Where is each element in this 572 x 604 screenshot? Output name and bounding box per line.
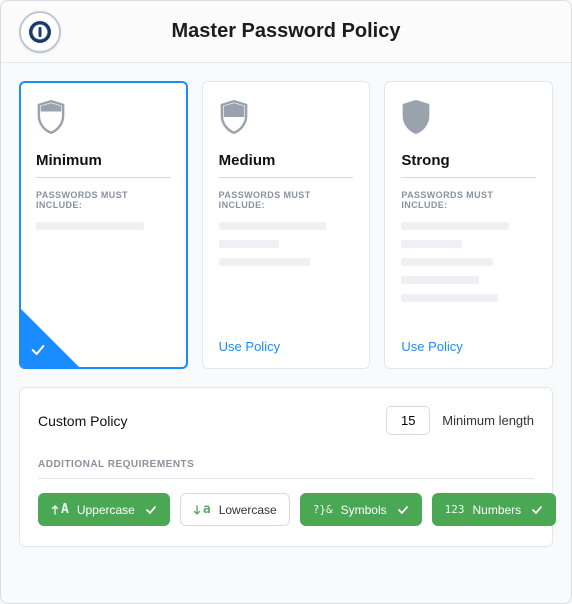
onepassword-logo-icon xyxy=(28,20,52,44)
page-title: Master Password Policy xyxy=(61,20,511,43)
lowercase-icon: a xyxy=(193,502,211,517)
min-length-group: Minimum length xyxy=(386,406,534,435)
additional-requirements-label: ADDITIONAL REQUIREMENTS xyxy=(38,459,534,479)
chip-label: Symbols xyxy=(341,503,387,517)
placeholder-line xyxy=(401,294,498,302)
shield-icon xyxy=(401,100,431,134)
app-icon xyxy=(19,11,61,53)
policy-subhead: PASSWORDS MUST INCLUDE: xyxy=(219,190,354,210)
policy-card-strong[interactable]: Strong PASSWORDS MUST INCLUDE: Use Polic… xyxy=(384,81,553,369)
policy-subhead: PASSWORDS MUST INCLUDE: xyxy=(401,190,536,210)
placeholder-line xyxy=(36,222,144,230)
numbers-icon: 123 xyxy=(445,503,465,516)
policy-name: Medium xyxy=(219,152,354,178)
placeholder-line xyxy=(219,222,327,230)
policy-card-medium[interactable]: Medium PASSWORDS MUST INCLUDE: Use Polic… xyxy=(202,81,371,369)
symbols-icon: ?}& xyxy=(313,503,333,516)
use-policy-link[interactable]: Use Policy xyxy=(219,339,280,354)
placeholder-line xyxy=(401,276,479,284)
placeholder-line xyxy=(401,240,462,248)
chip-lowercase[interactable]: a Lowercase xyxy=(180,493,290,526)
check-icon xyxy=(531,504,543,516)
placeholder-line xyxy=(401,258,493,266)
policy-window: Master Password Policy Minimum PASSWORDS… xyxy=(0,0,572,604)
shield-icon xyxy=(219,100,249,134)
chip-symbols[interactable]: ?}& Symbols xyxy=(300,493,422,526)
check-icon xyxy=(145,504,157,516)
policy-name: Strong xyxy=(401,152,536,178)
chip-label: Lowercase xyxy=(219,503,277,517)
placeholder-line xyxy=(401,222,509,230)
selected-corner xyxy=(21,309,79,367)
placeholder-line xyxy=(219,240,280,248)
policy-cards: Minimum PASSWORDS MUST INCLUDE: Medium P… xyxy=(19,81,553,369)
chip-numbers[interactable]: 123 Numbers xyxy=(432,493,557,526)
content: Minimum PASSWORDS MUST INCLUDE: Medium P… xyxy=(1,63,571,565)
check-icon xyxy=(397,504,409,516)
custom-header-row: Custom Policy Minimum length xyxy=(38,406,534,435)
use-policy-link[interactable]: Use Policy xyxy=(401,339,462,354)
custom-policy-panel: Custom Policy Minimum length ADDITIONAL … xyxy=(19,387,553,547)
requirement-chips: A Uppercase a Lowercase ?}& Symbols xyxy=(38,493,534,526)
policy-name: Minimum xyxy=(36,152,171,178)
chip-label: Uppercase xyxy=(77,503,135,517)
shield-icon xyxy=(36,100,66,134)
uppercase-icon: A xyxy=(51,502,69,517)
policy-card-minimum[interactable]: Minimum PASSWORDS MUST INCLUDE: xyxy=(19,81,188,369)
min-length-input[interactable] xyxy=(386,406,430,435)
header: Master Password Policy xyxy=(1,1,571,63)
custom-policy-title: Custom Policy xyxy=(38,413,127,429)
placeholder-line xyxy=(219,258,311,266)
min-length-label: Minimum length xyxy=(442,413,534,428)
chip-uppercase[interactable]: A Uppercase xyxy=(38,493,170,526)
policy-subhead: PASSWORDS MUST INCLUDE: xyxy=(36,190,171,210)
chip-label: Numbers xyxy=(472,503,521,517)
check-icon xyxy=(30,342,46,358)
